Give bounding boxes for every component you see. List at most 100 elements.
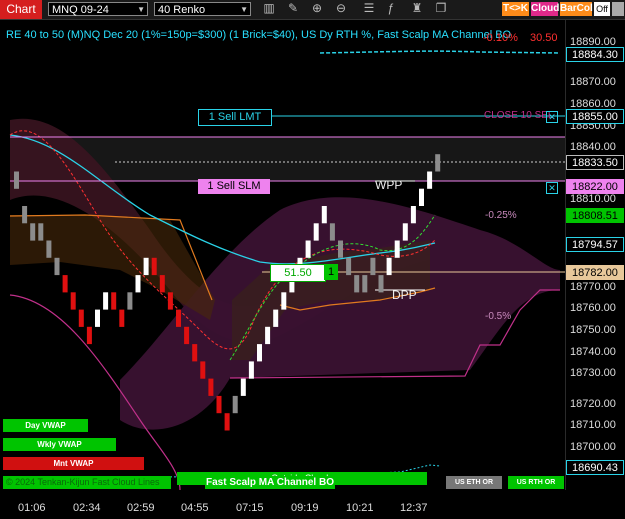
renko-brick bbox=[54, 257, 60, 276]
renko-brick bbox=[176, 309, 181, 327]
price-label: 18770.00 bbox=[570, 281, 616, 293]
renko-brick bbox=[402, 223, 408, 241]
renko-brick bbox=[257, 344, 262, 362]
renko-brick bbox=[321, 206, 327, 224]
renko-brick bbox=[135, 275, 141, 293]
renko-brick bbox=[386, 257, 392, 276]
sell-slm-order-tag[interactable]: 1 Sell SLM bbox=[198, 179, 270, 194]
renko-brick bbox=[103, 292, 109, 310]
renko-brick bbox=[70, 292, 76, 310]
draw-tool-icon[interactable]: ✎ bbox=[286, 1, 300, 15]
price-label: 18750.00 bbox=[570, 324, 616, 336]
fast-scalp-ma-button[interactable]: Fast Scalp MA Channel BO bbox=[205, 476, 335, 489]
cloud-toggle-button[interactable]: Cloud bbox=[531, 2, 559, 16]
price-label: 18700.00 bbox=[570, 441, 616, 453]
chevron-down-icon: ▼ bbox=[240, 5, 248, 14]
wkly-vwap-button[interactable]: Wkly VWAP bbox=[3, 438, 116, 451]
bar-type-selector[interactable]: 40 Renko ▼ bbox=[154, 2, 251, 16]
tk-toggle-button[interactable]: T<>K bbox=[502, 2, 529, 16]
time-label: 07:15 bbox=[236, 502, 264, 514]
renko-brick bbox=[435, 154, 441, 172]
percent-level-label: -0.25% bbox=[485, 210, 517, 221]
renko-brick bbox=[167, 292, 173, 310]
renko-brick bbox=[313, 223, 319, 241]
renko-brick bbox=[192, 344, 198, 362]
renko-brick bbox=[30, 223, 36, 241]
bar-style-icon[interactable]: ▥ bbox=[262, 1, 276, 15]
instrument-value: MNQ 09-24 bbox=[52, 4, 109, 16]
time-label: 10:21 bbox=[346, 502, 374, 514]
chart-info-header: RE 40 to 50 (M)NQ Dec 20 (1%=150p=$300) … bbox=[6, 29, 512, 41]
position-pnl-tag[interactable]: 51.50 bbox=[270, 264, 326, 282]
dpp-label: DPP bbox=[392, 288, 417, 302]
close-order-icon[interactable]: ✕ bbox=[546, 111, 558, 123]
price-badge-last: 18833.50 bbox=[566, 155, 624, 170]
renko-brick bbox=[38, 223, 44, 241]
renko-brick bbox=[62, 275, 68, 293]
chart-tab[interactable]: Chart bbox=[0, 0, 42, 19]
properties-icon[interactable]: ☰ bbox=[362, 1, 376, 15]
price-badge-sell-slm[interactable]: 18822.00 bbox=[566, 179, 624, 194]
renko-brick bbox=[232, 395, 238, 414]
renko-brick bbox=[151, 257, 157, 276]
price-badge-sell-lmt[interactable]: 18855.00 bbox=[566, 109, 624, 124]
strategies-icon[interactable]: ♜ bbox=[410, 1, 424, 15]
renko-brick bbox=[46, 240, 52, 258]
renko-brick bbox=[273, 309, 279, 327]
price-badge-green-ma: 18808.51 bbox=[566, 208, 624, 223]
percent-change-label: -0.10% bbox=[483, 32, 518, 44]
price-label: 18720.00 bbox=[570, 398, 616, 410]
renko-brick bbox=[427, 171, 433, 189]
indicators-icon[interactable]: ƒ bbox=[384, 1, 398, 15]
zoom-in-icon[interactable]: ⊕ bbox=[310, 1, 324, 15]
renko-brick bbox=[240, 378, 246, 396]
cancel-order-icon[interactable]: ✕ bbox=[546, 182, 558, 194]
price-badge-cyan-ma: 18794.57 bbox=[566, 237, 624, 252]
renko-brick bbox=[95, 309, 100, 327]
renko-brick bbox=[22, 206, 28, 224]
wpp-label: WPP bbox=[375, 178, 403, 192]
renko-brick bbox=[159, 275, 165, 293]
instrument-selector[interactable]: MNQ 09-24 ▼ bbox=[48, 2, 148, 16]
price-badge-lower-line: 18690.43 bbox=[566, 460, 624, 475]
time-label: 04:55 bbox=[181, 502, 209, 514]
price-label: 18730.00 bbox=[570, 367, 616, 379]
zoom-out-icon[interactable]: ⊖ bbox=[334, 1, 348, 15]
close-order-label: CLOSE 10 SEL bbox=[484, 110, 554, 121]
renko-brick bbox=[111, 292, 117, 310]
renko-brick bbox=[419, 188, 424, 206]
us-eth-or-button[interactable]: US ETH OR bbox=[446, 476, 502, 489]
position-qty-tag[interactable]: 1 bbox=[324, 264, 338, 280]
mnt-vwap-button[interactable]: Mnt VWAP bbox=[3, 457, 144, 470]
renko-brick bbox=[362, 275, 368, 293]
templates-icon[interactable]: ❐ bbox=[434, 1, 448, 15]
renko-brick bbox=[370, 257, 376, 276]
chevron-down-icon: ▼ bbox=[137, 5, 145, 14]
renko-brick bbox=[378, 275, 384, 293]
renko-brick bbox=[224, 413, 230, 431]
price-label: 18740.00 bbox=[570, 346, 616, 358]
percent-level-label: -0.5% bbox=[485, 311, 512, 322]
renko-brick bbox=[86, 326, 92, 345]
day-vwap-button[interactable]: Day VWAP bbox=[3, 419, 88, 432]
price-badge-upper-line: 18884.30 bbox=[566, 47, 624, 62]
renko-brick bbox=[216, 395, 222, 414]
toggle-switch-knob[interactable] bbox=[612, 2, 624, 16]
tenkan-kijun-label: © 2024 Tenkan-Kijun Fast Cloud Lines bbox=[3, 476, 171, 489]
off-toggle-button[interactable]: Off bbox=[594, 2, 610, 16]
bar-type-value: 40 Renko bbox=[158, 4, 206, 16]
amount-change-label: 30.50 bbox=[530, 32, 558, 44]
renko-brick bbox=[305, 240, 311, 258]
sell-lmt-order-tag[interactable]: 1 Sell LMT bbox=[198, 109, 272, 126]
renko-brick bbox=[281, 292, 287, 310]
price-label: 18710.00 bbox=[570, 419, 616, 431]
us-rth-or-button[interactable]: US RTH OR bbox=[508, 476, 564, 489]
renko-brick bbox=[78, 309, 84, 327]
time-label: 12:37 bbox=[400, 502, 428, 514]
renko-brick bbox=[329, 223, 335, 241]
barcol-toggle-button[interactable]: BarCol bbox=[560, 2, 593, 16]
renko-brick bbox=[143, 257, 149, 276]
price-label: 18840.00 bbox=[570, 141, 616, 153]
price-label: 18870.00 bbox=[570, 76, 616, 88]
renko-brick bbox=[208, 378, 214, 396]
